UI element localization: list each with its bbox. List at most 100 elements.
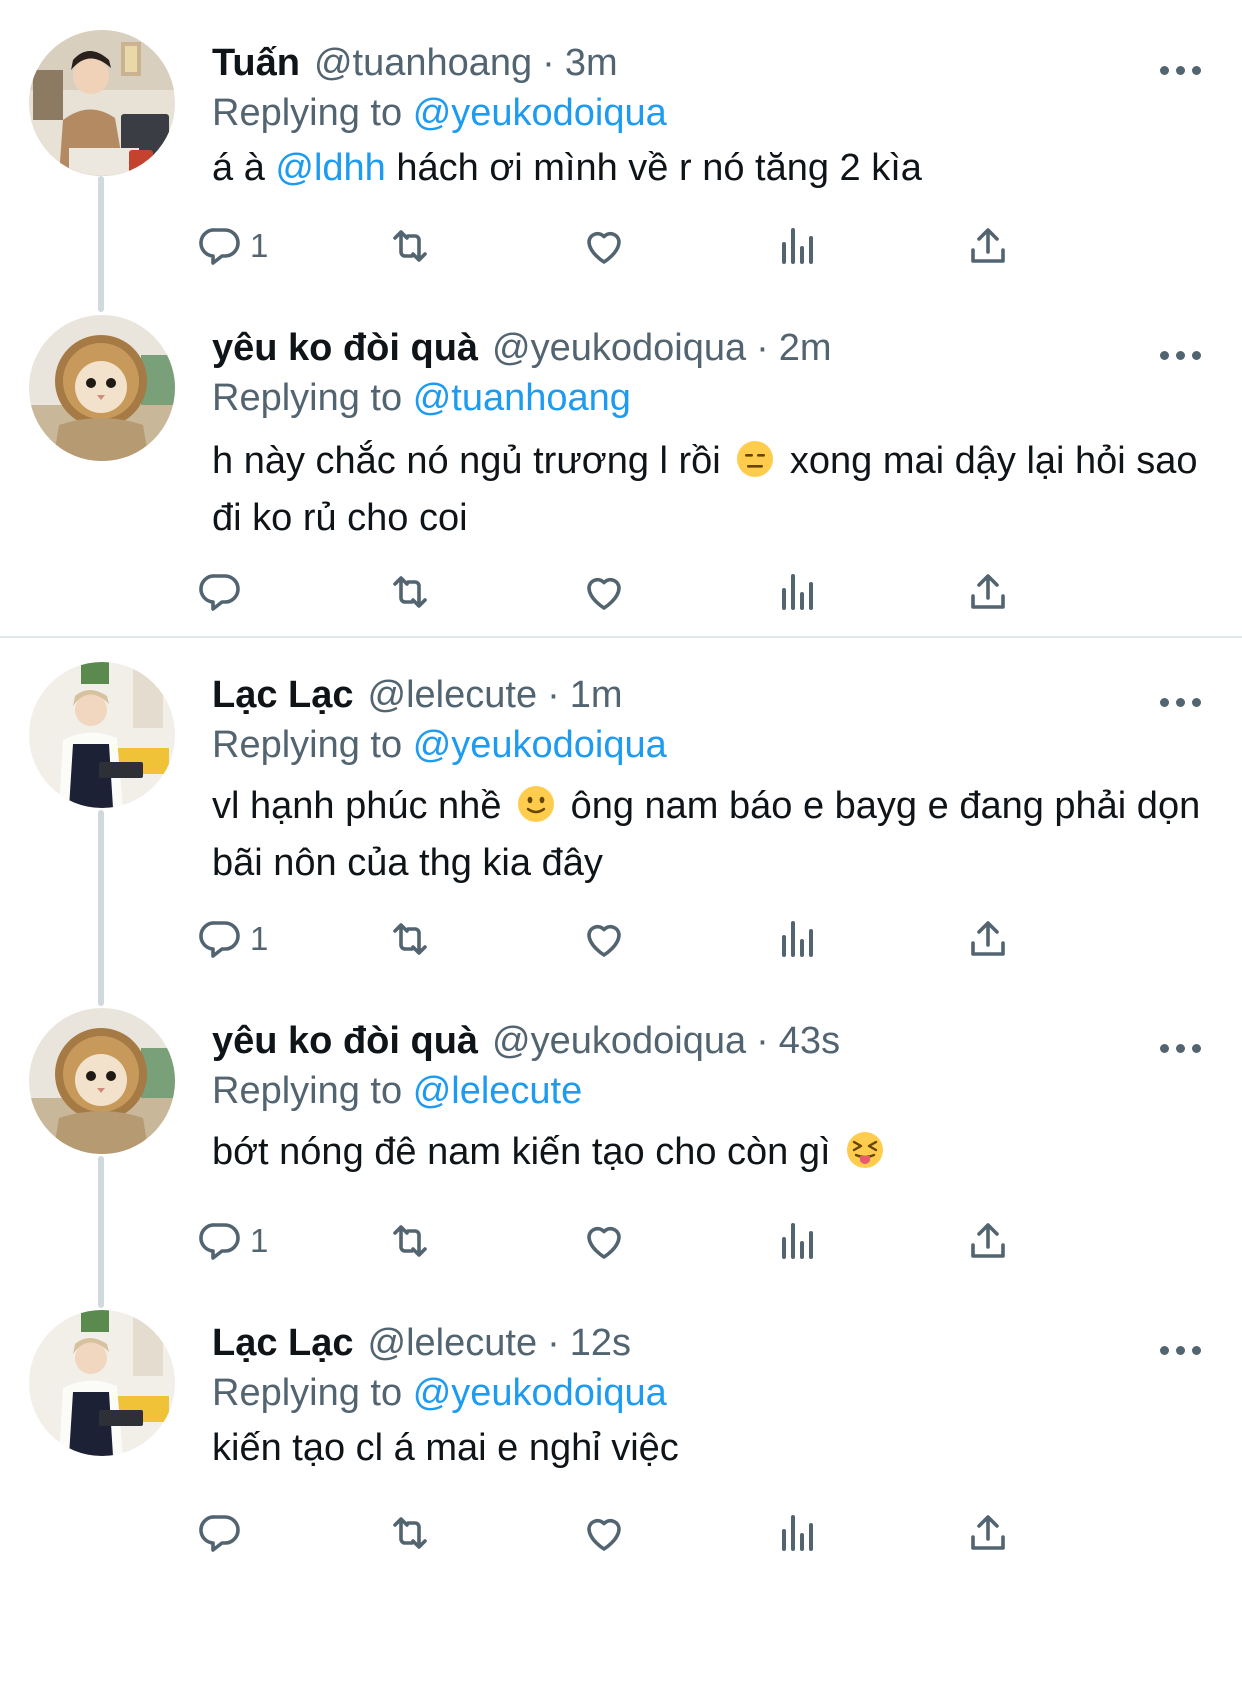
share-button[interactable] bbox=[964, 909, 1012, 969]
avatar[interactable] bbox=[29, 315, 175, 461]
retweet-button[interactable] bbox=[386, 216, 434, 276]
replying-to-mention[interactable]: @yeukodoiqua bbox=[413, 1372, 667, 1414]
separator-dot: · bbox=[756, 327, 769, 369]
tweet[interactable]: yêu ko đòi quà @yeukodoiqua · 43s Replyi… bbox=[0, 1008, 1242, 1288]
replying-to: Replying to @yeukodoiqua bbox=[212, 92, 667, 135]
avatar[interactable] bbox=[29, 1008, 175, 1154]
replying-to-mention[interactable]: @tuanhoang bbox=[413, 377, 631, 419]
share-icon bbox=[971, 1515, 1005, 1550]
retweet-button[interactable] bbox=[386, 909, 434, 969]
replying-to: Replying to @tuanhoang bbox=[212, 377, 631, 420]
share-icon bbox=[971, 921, 1005, 956]
replying-to-mention[interactable]: @yeukodoiqua bbox=[413, 724, 667, 766]
more-dots-icon[interactable] bbox=[1150, 58, 1210, 82]
heart-icon bbox=[587, 577, 621, 610]
tweet-actions: 1 bbox=[199, 216, 1112, 276]
reply-button[interactable]: 1 bbox=[196, 216, 268, 276]
retweet-icon bbox=[393, 576, 427, 608]
views-button[interactable] bbox=[774, 562, 822, 622]
display-name[interactable]: Tuấn bbox=[212, 42, 300, 85]
timestamp[interactable]: 43s bbox=[779, 1020, 840, 1063]
reply-bubble-icon bbox=[199, 574, 240, 611]
like-button[interactable] bbox=[580, 216, 628, 276]
separator-dot: · bbox=[547, 1322, 560, 1364]
views-button[interactable] bbox=[774, 1211, 822, 1271]
tweet[interactable]: Lạc Lạc @lelecute · 1m Replying to @yeuk… bbox=[0, 662, 1242, 982]
timestamp[interactable]: 12s bbox=[570, 1322, 631, 1365]
user-handle[interactable]: @tuanhoang bbox=[314, 42, 532, 85]
user-handle[interactable]: @lelecute bbox=[368, 674, 538, 717]
text-segment: vl hạnh phúc nhề bbox=[212, 785, 513, 827]
timestamp[interactable]: 2m bbox=[779, 327, 832, 370]
reply-button[interactable] bbox=[196, 1503, 250, 1563]
timestamp[interactable]: 3m bbox=[565, 42, 618, 85]
retweet-icon bbox=[393, 923, 427, 955]
heart-icon bbox=[587, 924, 621, 957]
heart-icon bbox=[587, 1226, 621, 1259]
squinting-face-with-tongue-emoji bbox=[847, 1132, 884, 1168]
analytics-icon bbox=[782, 574, 813, 610]
views-button[interactable] bbox=[774, 216, 822, 276]
share-button[interactable] bbox=[964, 216, 1012, 276]
reply-bubble-icon bbox=[199, 921, 240, 958]
avatar[interactable] bbox=[29, 1310, 175, 1456]
views-button[interactable] bbox=[774, 909, 822, 969]
replying-to-label: Replying to bbox=[212, 1372, 403, 1414]
reply-button[interactable]: 1 bbox=[196, 1211, 268, 1271]
retweet-button[interactable] bbox=[386, 1503, 434, 1563]
separator-dot: · bbox=[542, 42, 555, 84]
user-handle[interactable]: @lelecute bbox=[368, 1322, 538, 1365]
heart-icon bbox=[587, 1518, 621, 1551]
avatar[interactable] bbox=[29, 662, 175, 808]
tweet-actions: 1 bbox=[199, 1211, 1112, 1271]
more-dots-icon[interactable] bbox=[1150, 343, 1210, 367]
reply-button[interactable]: 1 bbox=[196, 909, 268, 969]
tweet-actions: 1 bbox=[199, 909, 1112, 969]
like-button[interactable] bbox=[580, 1211, 628, 1271]
share-button[interactable] bbox=[964, 562, 1012, 622]
display-name[interactable]: yêu ko đòi quà bbox=[212, 1020, 478, 1063]
replying-to-mention[interactable]: @yeukodoiqua bbox=[413, 92, 667, 134]
views-button[interactable] bbox=[774, 1503, 822, 1563]
replying-to: Replying to @yeukodoiqua bbox=[212, 1372, 667, 1415]
more-dots-icon[interactable] bbox=[1150, 1338, 1210, 1362]
replying-to-label: Replying to bbox=[212, 724, 403, 766]
retweet-icon bbox=[393, 230, 427, 262]
replying-to-mention[interactable]: @lelecute bbox=[413, 1070, 583, 1112]
tweet[interactable]: Lạc Lạc @lelecute · 12s Replying to @yeu… bbox=[0, 1310, 1242, 1610]
expressionless-face-emoji bbox=[737, 441, 774, 477]
display-name[interactable]: Lạc Lạc bbox=[212, 674, 354, 717]
reply-count: 1 bbox=[250, 227, 269, 264]
text-segment: kiến tạo cl á mai e nghỉ việc bbox=[212, 1427, 679, 1469]
tweet[interactable]: Tuấn @tuanhoang · 3m Replying to @yeukod… bbox=[0, 30, 1242, 300]
like-button[interactable] bbox=[580, 1503, 628, 1563]
tweet-text: kiến tạo cl á mai e nghỉ việc bbox=[212, 1420, 1212, 1477]
share-icon bbox=[971, 574, 1005, 609]
timestamp[interactable]: 1m bbox=[570, 674, 623, 717]
reply-bubble-icon bbox=[199, 1223, 240, 1260]
avatar[interactable] bbox=[29, 30, 175, 176]
share-button[interactable] bbox=[964, 1503, 1012, 1563]
tweet-header: yêu ko đòi quà @yeukodoiqua · 2m bbox=[212, 327, 832, 377]
inline-mention[interactable]: @ldhh bbox=[275, 147, 385, 189]
more-dots-icon[interactable] bbox=[1150, 690, 1210, 714]
like-button[interactable] bbox=[580, 909, 628, 969]
replying-to-label: Replying to bbox=[212, 377, 403, 419]
text-segment: á à bbox=[212, 147, 276, 189]
replying-to: Replying to @yeukodoiqua bbox=[212, 724, 667, 767]
share-button[interactable] bbox=[964, 1211, 1012, 1271]
retweet-button[interactable] bbox=[386, 562, 434, 622]
user-handle[interactable]: @yeukodoiqua bbox=[492, 1020, 746, 1063]
tweet-text: vl hạnh phúc nhề ông nam báo e bayg e đa… bbox=[212, 778, 1212, 892]
reply-button[interactable] bbox=[196, 562, 250, 622]
like-button[interactable] bbox=[580, 562, 628, 622]
display-name[interactable]: Lạc Lạc bbox=[212, 1322, 354, 1365]
replying-to-label: Replying to bbox=[212, 92, 403, 134]
tweet[interactable]: yêu ko đòi quà @yeukodoiqua · 2m Replyin… bbox=[0, 315, 1242, 625]
display-name[interactable]: yêu ko đòi quà bbox=[212, 327, 478, 370]
more-dots-icon[interactable] bbox=[1150, 1036, 1210, 1060]
tweet-actions bbox=[199, 1503, 1112, 1563]
avatar-cat-lion-mane bbox=[29, 1008, 175, 1154]
user-handle[interactable]: @yeukodoiqua bbox=[492, 327, 746, 370]
retweet-button[interactable] bbox=[386, 1211, 434, 1271]
